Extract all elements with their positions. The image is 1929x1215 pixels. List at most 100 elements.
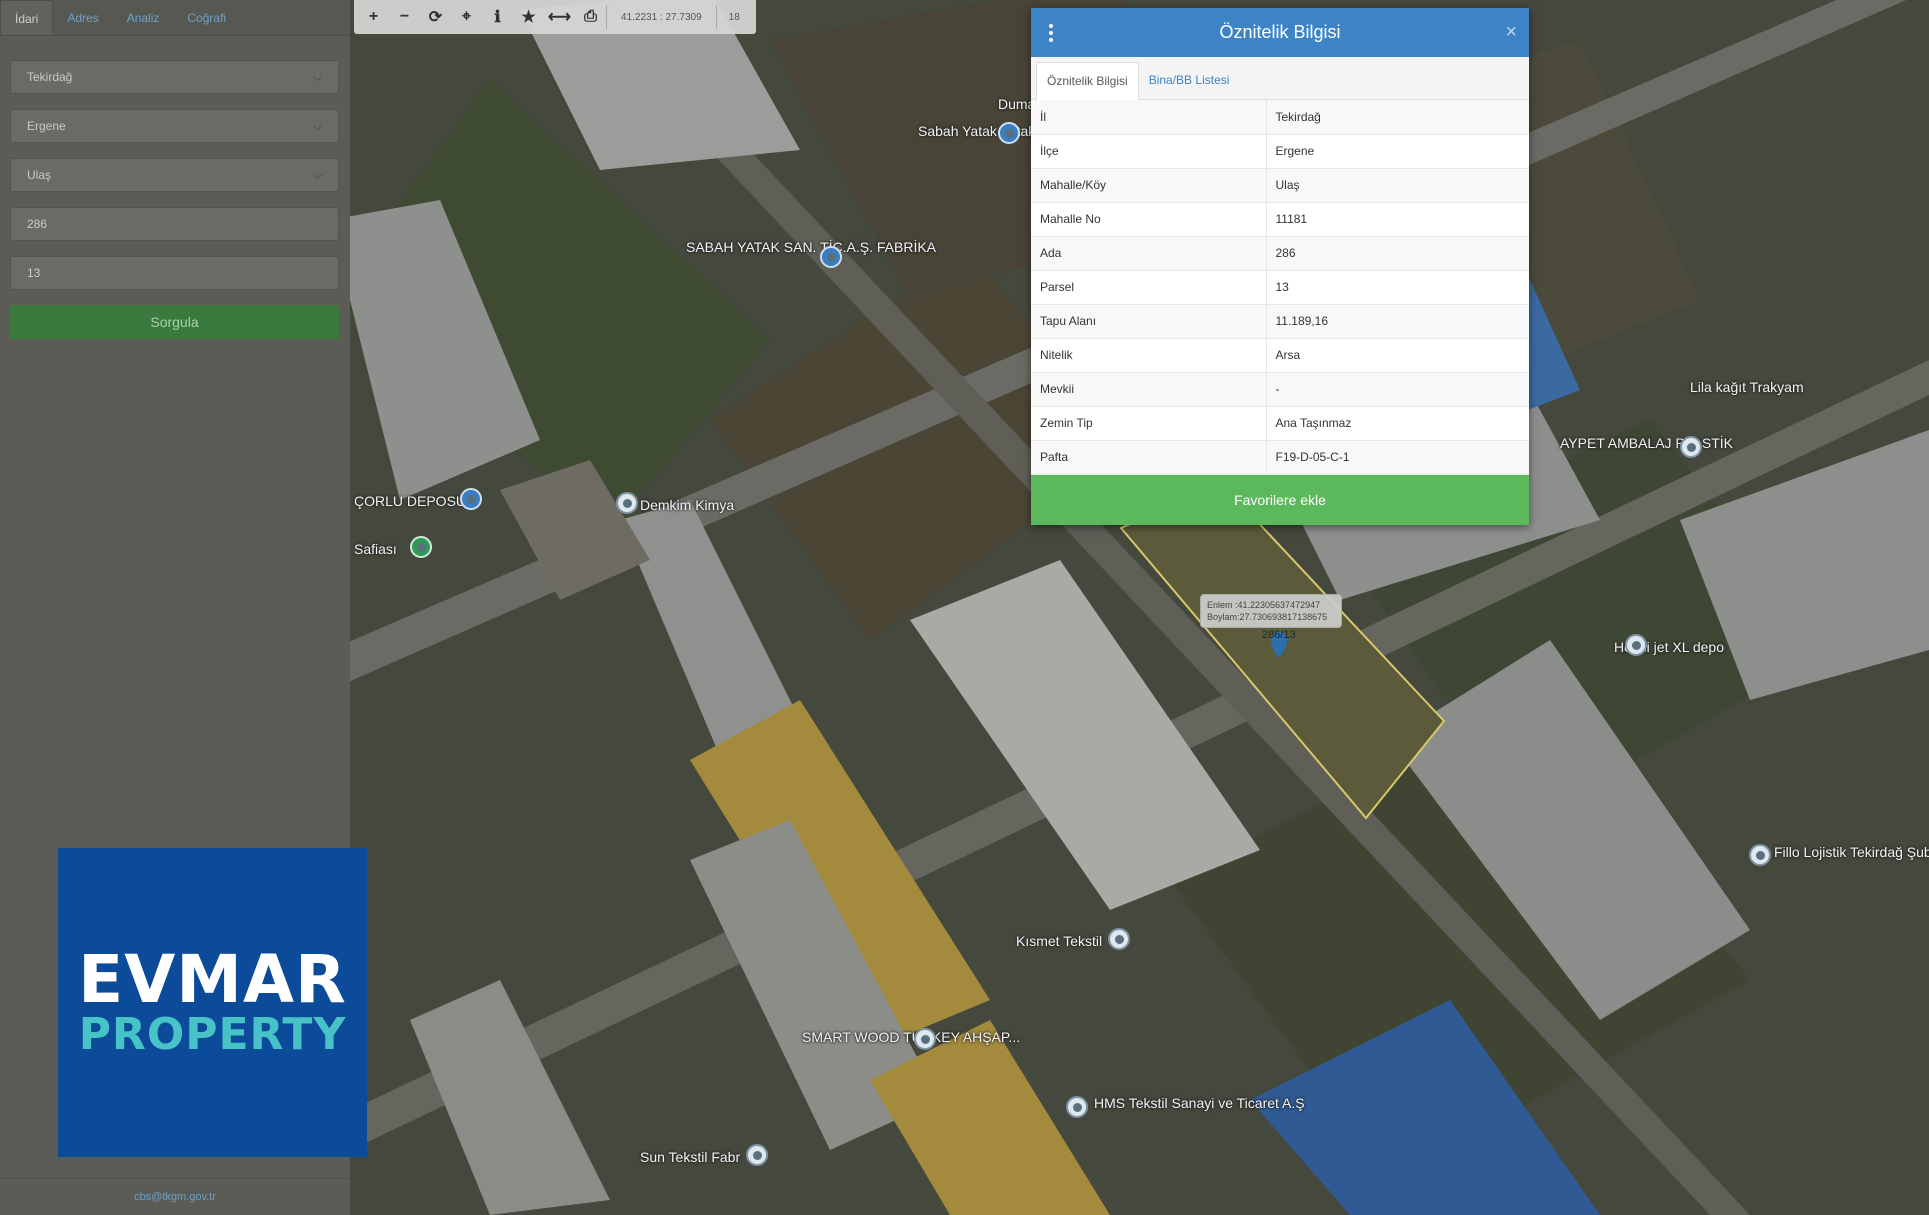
poi-marker-icon[interactable]: [1680, 436, 1702, 458]
poi-marker-icon[interactable]: [746, 1144, 768, 1166]
ada-input-value: 286: [27, 217, 48, 231]
attribute-key: Mevkii: [1031, 372, 1267, 407]
attribute-value: -: [1266, 372, 1529, 407]
map-toolbar: + − ⟳ ⌖ ℹ ★ ⟷ ⎙ 41.2231 : 27.7309 18: [354, 0, 756, 34]
attribute-value: Arsa: [1266, 338, 1529, 373]
latitude-text: Enlem :41.22305637472947: [1207, 600, 1321, 610]
map-label-sabah-fabrika: SABAH YATAK SAN. TİC.A.Ş. FABRİKA: [686, 239, 937, 255]
ilce-select-value: Ergene: [27, 119, 66, 133]
parsel-input[interactable]: 13: [10, 256, 339, 290]
il-select[interactable]: Tekirdağ ⌵: [10, 60, 339, 94]
zoom-in-icon[interactable]: +: [358, 0, 389, 34]
table-row: Mevkii -: [1031, 372, 1529, 407]
attribute-key: Pafta: [1031, 440, 1267, 475]
app-root: Duma Sabah Yatak Yatak Mağazası SABAH YA…: [0, 0, 1929, 1215]
attribute-value: 286: [1266, 236, 1529, 271]
print-icon[interactable]: ⎙: [575, 0, 606, 34]
attribute-value: 11.189,16: [1266, 304, 1529, 339]
chevron-down-icon: ⌵: [312, 69, 322, 84]
footer-email-link[interactable]: cbs@tkgm.gov.tr: [0, 1178, 350, 1215]
poi-lock-icon[interactable]: [998, 122, 1020, 144]
map-label-demkim: Demkim Kimya: [640, 497, 735, 513]
chevron-down-icon: ⌵: [312, 118, 322, 133]
attribute-value: 11181: [1266, 202, 1529, 237]
map-label-aypet: AYPET AMBALAJ PLASTİK: [1560, 435, 1733, 451]
poi-lock-icon[interactable]: [820, 246, 842, 268]
poi-marker-icon[interactable]: [1108, 928, 1130, 950]
add-favorite-button[interactable]: Favorilere ekle: [1031, 474, 1529, 525]
table-row: Parsel 13: [1031, 270, 1529, 305]
map-label-sun-tekstil: Sun Tekstil Fabr: [640, 1149, 741, 1165]
attribute-value: Tekirdağ: [1266, 100, 1529, 135]
kebab-menu-icon[interactable]: [1049, 24, 1053, 42]
coordinate-readout: 41.2231 : 27.7309: [606, 5, 717, 29]
measure-icon[interactable]: ⟷: [544, 0, 575, 34]
attribute-key: Parsel: [1031, 270, 1267, 305]
attribute-key: Ada: [1031, 236, 1267, 271]
poi-marker-icon[interactable]: [1066, 1096, 1088, 1118]
evmar-property-logo: EVMAR PROPERTY: [58, 848, 367, 1157]
map-label-corlu-deposu: ÇORLU DEPOSU: [354, 493, 467, 509]
ilce-select[interactable]: Ergene ⌵: [10, 109, 339, 143]
table-row: Pafta F19-D-05-C-1: [1031, 440, 1529, 475]
table-row: Zemin Tip Ana Taşınmaz: [1031, 406, 1529, 441]
map-label-hms: HMS Tekstil Sanayi ve Ticaret A.Ş: [1094, 1095, 1305, 1111]
map-label-safiasi: Safiası: [354, 541, 397, 557]
table-row: Mahalle No 11181: [1031, 202, 1529, 237]
attribute-key: Zemin Tip: [1031, 406, 1267, 441]
attribute-key: İlçe: [1031, 134, 1267, 169]
parsel-input-value: 13: [27, 266, 41, 280]
longitude-text: Boylam:27.730693817138675: [1207, 612, 1328, 622]
poi-cart-icon[interactable]: [460, 488, 482, 510]
popup-title: Öznitelik Bilgisi: [1219, 22, 1341, 42]
table-row: Nitelik Arsa: [1031, 338, 1529, 373]
tab-cografi[interactable]: Coğrafi: [173, 0, 240, 35]
attribute-key: Mahalle No: [1031, 202, 1267, 237]
map-label-kismet: Kısmet Tekstil: [1016, 933, 1103, 949]
zoom-level: 18: [728, 11, 740, 23]
tab-idari[interactable]: İdari: [0, 0, 54, 35]
popup-header: Öznitelik Bilgisi ×: [1031, 8, 1529, 57]
attribute-table: İl Tekirdağ İlçe Ergene Mahalle/Köy Ulaş Mahal…: [1031, 100, 1529, 475]
map-label-smart-wood: SMART WOOD TURKEY AHŞAP...: [802, 1029, 1021, 1045]
zoom-out-icon[interactable]: −: [389, 0, 420, 34]
info-icon[interactable]: ℹ: [482, 0, 513, 34]
tab-bina-listesi[interactable]: Bina/BB Listesi: [1139, 61, 1240, 99]
attribute-value: 13: [1266, 270, 1529, 305]
poi-marker-icon[interactable]: [1625, 634, 1647, 656]
poi-marker-icon[interactable]: [1749, 844, 1771, 866]
logo-line-1: EVMAR: [78, 940, 347, 1018]
coordinate-tooltip: Enlem :41.22305637472947 Boylam:27.73069…: [1200, 594, 1342, 628]
map-label-fillo: Fillo Lojistik Tekirdağ Şubesi: [1774, 844, 1929, 860]
attribute-key: Mahalle/Köy: [1031, 168, 1267, 203]
popup-tabs: Öznitelik Bilgisi Bina/BB Listesi: [1031, 57, 1529, 100]
parcel-label: 286/13: [1262, 629, 1296, 641]
poi-marker-icon[interactable]: [616, 492, 638, 514]
tab-analiz[interactable]: Analiz: [113, 0, 174, 35]
tab-oznitelik[interactable]: Öznitelik Bilgisi: [1036, 62, 1139, 100]
chevron-down-icon: ⌵: [312, 167, 322, 182]
map-label-duma: Duma: [998, 96, 1036, 112]
il-select-value: Tekirdağ: [27, 70, 73, 84]
close-icon[interactable]: ×: [1505, 21, 1517, 44]
logo-line-2: PROPERTY: [78, 1008, 347, 1060]
table-row: Mahalle/Köy Ulaş: [1031, 168, 1529, 203]
attribute-value: F19-D-05-C-1: [1266, 440, 1529, 475]
mahalle-select[interactable]: Ulaş ⌵: [10, 158, 339, 192]
mahalle-select-value: Ulaş: [27, 168, 52, 182]
table-row: Ada 286: [1031, 236, 1529, 271]
star-icon[interactable]: ★: [513, 0, 544, 34]
attribute-value: Ergene: [1266, 134, 1529, 169]
poi-marker-icon[interactable]: [914, 1028, 936, 1050]
tab-adres[interactable]: Adres: [53, 0, 112, 35]
refresh-icon[interactable]: ⟳: [420, 0, 451, 34]
ada-input[interactable]: 286: [10, 207, 339, 241]
attribute-key: İl: [1031, 100, 1267, 135]
sidebar-tabs: İdari Adres Analiz Coğrafi: [0, 0, 350, 36]
locate-icon[interactable]: ⌖: [451, 0, 482, 34]
poi-green-icon[interactable]: [410, 536, 432, 558]
sorgula-button[interactable]: Sorgula: [10, 305, 339, 339]
attribute-key: Nitelik: [1031, 338, 1267, 373]
table-row: İl Tekirdağ: [1031, 100, 1529, 135]
attribute-value: Ulaş: [1266, 168, 1529, 203]
